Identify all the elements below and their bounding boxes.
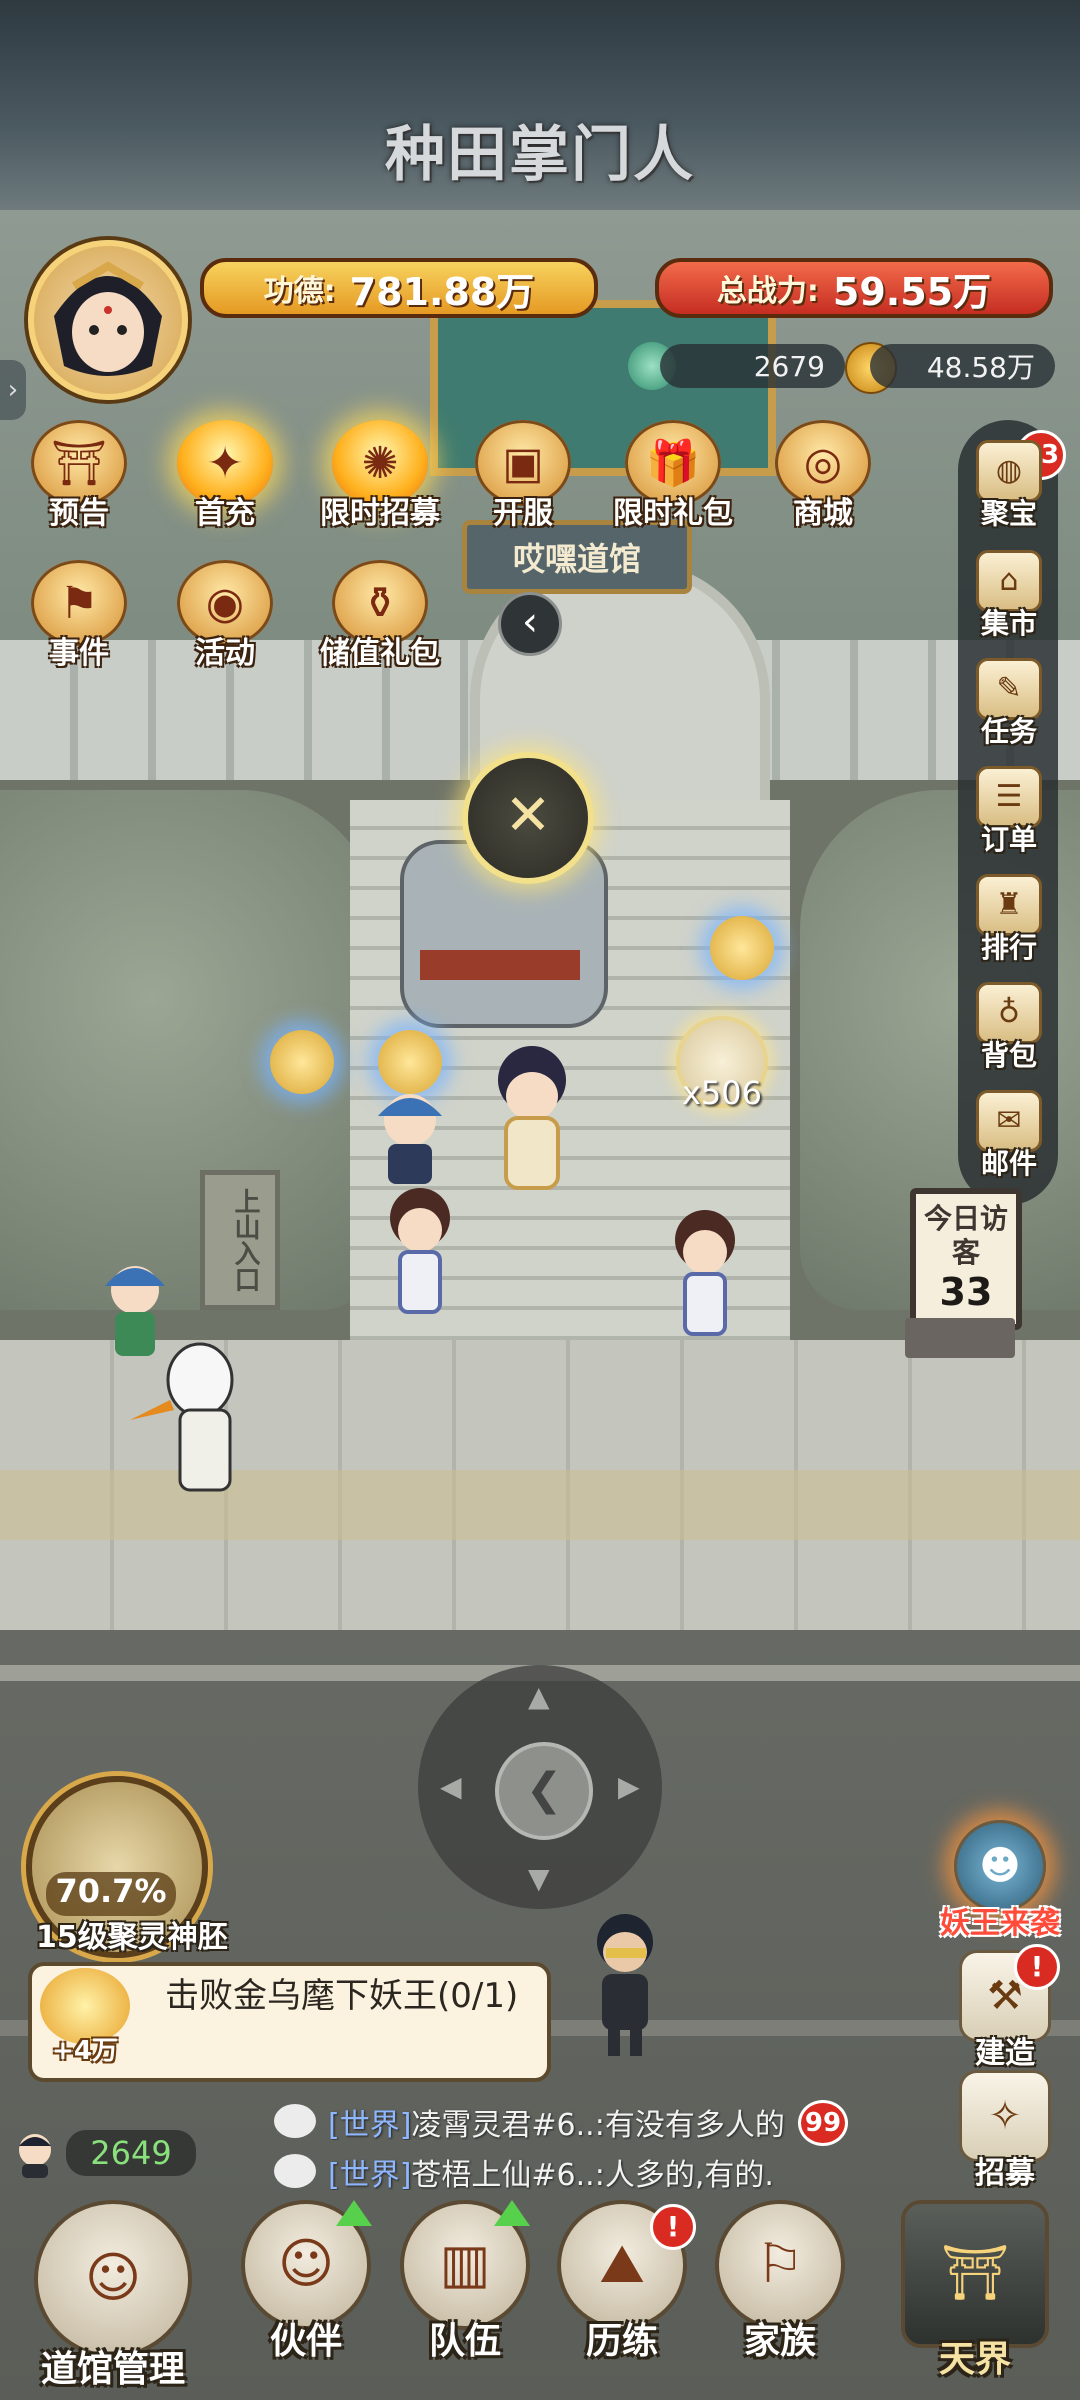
heaven-shrine-icon: ⛩ bbox=[901, 2200, 1049, 2348]
side-item-ranking[interactable]: ♜ 排行 bbox=[964, 874, 1054, 974]
server-open-label: 开服 bbox=[493, 496, 553, 531]
visitor-board-stand bbox=[905, 1318, 1015, 1358]
nav-hall-management[interactable]: ☺ 道馆管理 bbox=[28, 2200, 198, 2390]
chat-unread-badge: 99 bbox=[798, 2100, 848, 2146]
crossed-swords-icon[interactable]: ✕ bbox=[462, 752, 594, 884]
shop-label: 商城 bbox=[793, 496, 853, 531]
avatar-portrait-icon bbox=[54, 261, 162, 376]
upgrade-arrow-icon bbox=[336, 2200, 372, 2226]
chat-message[interactable]: [世界]苍梧上仙#6..:人多的,有的. bbox=[328, 2150, 828, 2190]
side-item-bag[interactable]: ♁ 背包 bbox=[964, 982, 1054, 1082]
demon-king-label: 妖王来袭 bbox=[940, 1906, 1060, 1941]
joystick-knob-icon[interactable]: ❮ bbox=[495, 1742, 593, 1840]
chat-message[interactable]: [世界]凌霄灵君#6..:有没有多人的 bbox=[328, 2100, 798, 2140]
preview-button[interactable]: ⛩ 预告 bbox=[24, 420, 134, 540]
joystick-up-arrow-icon: ▲ bbox=[528, 1680, 550, 1713]
side-item-label: 排行 bbox=[980, 931, 1037, 964]
side-item-label: 邮件 bbox=[980, 1147, 1037, 1180]
boss-belt bbox=[420, 950, 580, 980]
first-recharge-button[interactable]: ✦ 首充 bbox=[170, 420, 280, 540]
nav-label: 历练 bbox=[585, 2321, 658, 2362]
side-item-mail[interactable]: ✉ 邮件 bbox=[964, 1090, 1054, 1190]
demon-king-attack-button[interactable]: ☻ 妖王来袭 bbox=[930, 1820, 1070, 1941]
joystick-left-arrow-icon: ◀ bbox=[440, 1770, 462, 1803]
joystick-down-arrow-icon: ▼ bbox=[528, 1862, 550, 1895]
limited-gift-label: 限时礼包 bbox=[613, 496, 733, 531]
side-item-label: 订单 bbox=[980, 823, 1037, 856]
event-label: 事件 bbox=[49, 636, 109, 671]
recharge-gift-label: 储值礼包 bbox=[320, 636, 440, 671]
nav-clan[interactable]: ⚐ 家族 bbox=[710, 2200, 850, 2380]
activity-label: 活动 bbox=[195, 636, 255, 671]
spirit-embryo-label: 15级聚灵神胚 bbox=[36, 1920, 228, 1955]
visitor-board[interactable]: 今日访客 33 bbox=[910, 1188, 1022, 1330]
online-count: 2649 bbox=[66, 2130, 196, 2176]
side-item-orders[interactable]: ☰ 订单 bbox=[964, 766, 1054, 866]
side-item-label: 背包 bbox=[980, 1039, 1037, 1072]
merit-display: 功德: 781.88万 bbox=[200, 258, 598, 318]
chat-text: 凌霄灵君#6..:有没有多人的 bbox=[411, 2108, 785, 2140]
visitor-count: 33 bbox=[939, 1270, 993, 1314]
power-label: 总战力: bbox=[716, 274, 819, 309]
joystick-right-arrow-icon: ▶ bbox=[618, 1770, 640, 1803]
limited-gift-button[interactable]: 🎁 限时礼包 bbox=[598, 420, 748, 540]
chat-text: 苍梧上仙#6..:人多的,有的. bbox=[411, 2158, 774, 2190]
merit-label: 功德: bbox=[263, 274, 336, 309]
nav-heaven[interactable]: ⛩ 天界 bbox=[890, 2200, 1060, 2380]
recruit-button[interactable]: ✧ 招募 bbox=[945, 2070, 1065, 2191]
disciples-group bbox=[378, 1046, 735, 1336]
spirit-progress-percent: 70.7% bbox=[46, 1872, 176, 1916]
clan-banner-icon: ⚐ bbox=[715, 2200, 845, 2330]
side-item-treasure[interactable]: ◍ 聚宝 bbox=[964, 440, 1054, 540]
chat-bubble-icon bbox=[274, 2154, 316, 2188]
limited-recruit-button[interactable]: ✺ 限时招募 bbox=[305, 420, 455, 540]
left-drawer-tab[interactable]: › bbox=[0, 360, 26, 420]
nav-label: 家族 bbox=[743, 2321, 816, 2362]
first-recharge-label: 首充 bbox=[195, 496, 255, 531]
coin-counter[interactable]: 48.58万 bbox=[870, 344, 1055, 388]
upgrade-arrow-icon bbox=[494, 2200, 530, 2226]
nav-team[interactable]: ▥ 队伍 bbox=[395, 2200, 535, 2380]
crane-master-icon: ☺ bbox=[34, 2200, 192, 2358]
quest-reward: +4万 bbox=[52, 2036, 118, 2066]
activity-button[interactable]: ◉ 活动 bbox=[170, 560, 280, 680]
visitor-label: 今日访客 bbox=[923, 1202, 1008, 1269]
chat-channel: [世界] bbox=[328, 2108, 412, 2140]
nav-label: 队伍 bbox=[428, 2321, 501, 2362]
power-value: 59.55万 bbox=[832, 269, 992, 314]
build-alert-badge: ! bbox=[1014, 1944, 1060, 1990]
quest-text: 击败金乌麾下妖王(0/1) bbox=[165, 1976, 519, 2016]
chat-bubble-icon bbox=[274, 2104, 316, 2138]
collapse-icons-button[interactable]: ‹ bbox=[498, 592, 562, 656]
side-item-label: 集市 bbox=[980, 607, 1037, 640]
side-item-tasks[interactable]: ✎ 任务 bbox=[964, 658, 1054, 758]
nav-label: 天界 bbox=[938, 2339, 1011, 2380]
merit-value: 781.88万 bbox=[349, 269, 535, 314]
build-label: 建造 bbox=[975, 2036, 1035, 2071]
power-display: 总战力: 59.55万 bbox=[655, 258, 1053, 318]
side-item-market[interactable]: ⌂ 集市 bbox=[964, 550, 1054, 650]
player-character[interactable] bbox=[580, 1910, 670, 2060]
chat-channel: [世界] bbox=[328, 2158, 412, 2190]
visitors-group bbox=[105, 1266, 234, 1492]
spirit-orb-icon[interactable] bbox=[710, 916, 774, 980]
training-alert-badge: ! bbox=[650, 2204, 696, 2250]
spirit-orb-icon[interactable] bbox=[270, 1030, 334, 1094]
game-title-logo: 种田掌门人 bbox=[385, 120, 695, 190]
player-avatar[interactable] bbox=[28, 240, 188, 400]
nav-partners[interactable]: ☺ 伙伴 bbox=[236, 2200, 376, 2380]
preview-label: 预告 bbox=[49, 496, 109, 531]
server-open-button[interactable]: ▣ 开服 bbox=[468, 420, 578, 540]
limited-recruit-label: 限时招募 bbox=[320, 496, 440, 531]
player-head-icon bbox=[19, 2134, 51, 2178]
side-item-label: 任务 bbox=[980, 715, 1037, 748]
recharge-gift-button[interactable]: ⚱ 储值礼包 bbox=[305, 560, 455, 680]
shop-button[interactable]: ◎ 商城 bbox=[768, 420, 878, 540]
side-item-label: 聚宝 bbox=[980, 497, 1037, 530]
nav-label: 道馆管理 bbox=[40, 2349, 185, 2390]
jade-counter[interactable]: 2679 bbox=[660, 344, 845, 388]
nav-label: 伙伴 bbox=[269, 2321, 342, 2362]
recruit-label: 招募 bbox=[975, 2156, 1035, 2191]
event-button[interactable]: ⚑ 事件 bbox=[24, 560, 134, 680]
